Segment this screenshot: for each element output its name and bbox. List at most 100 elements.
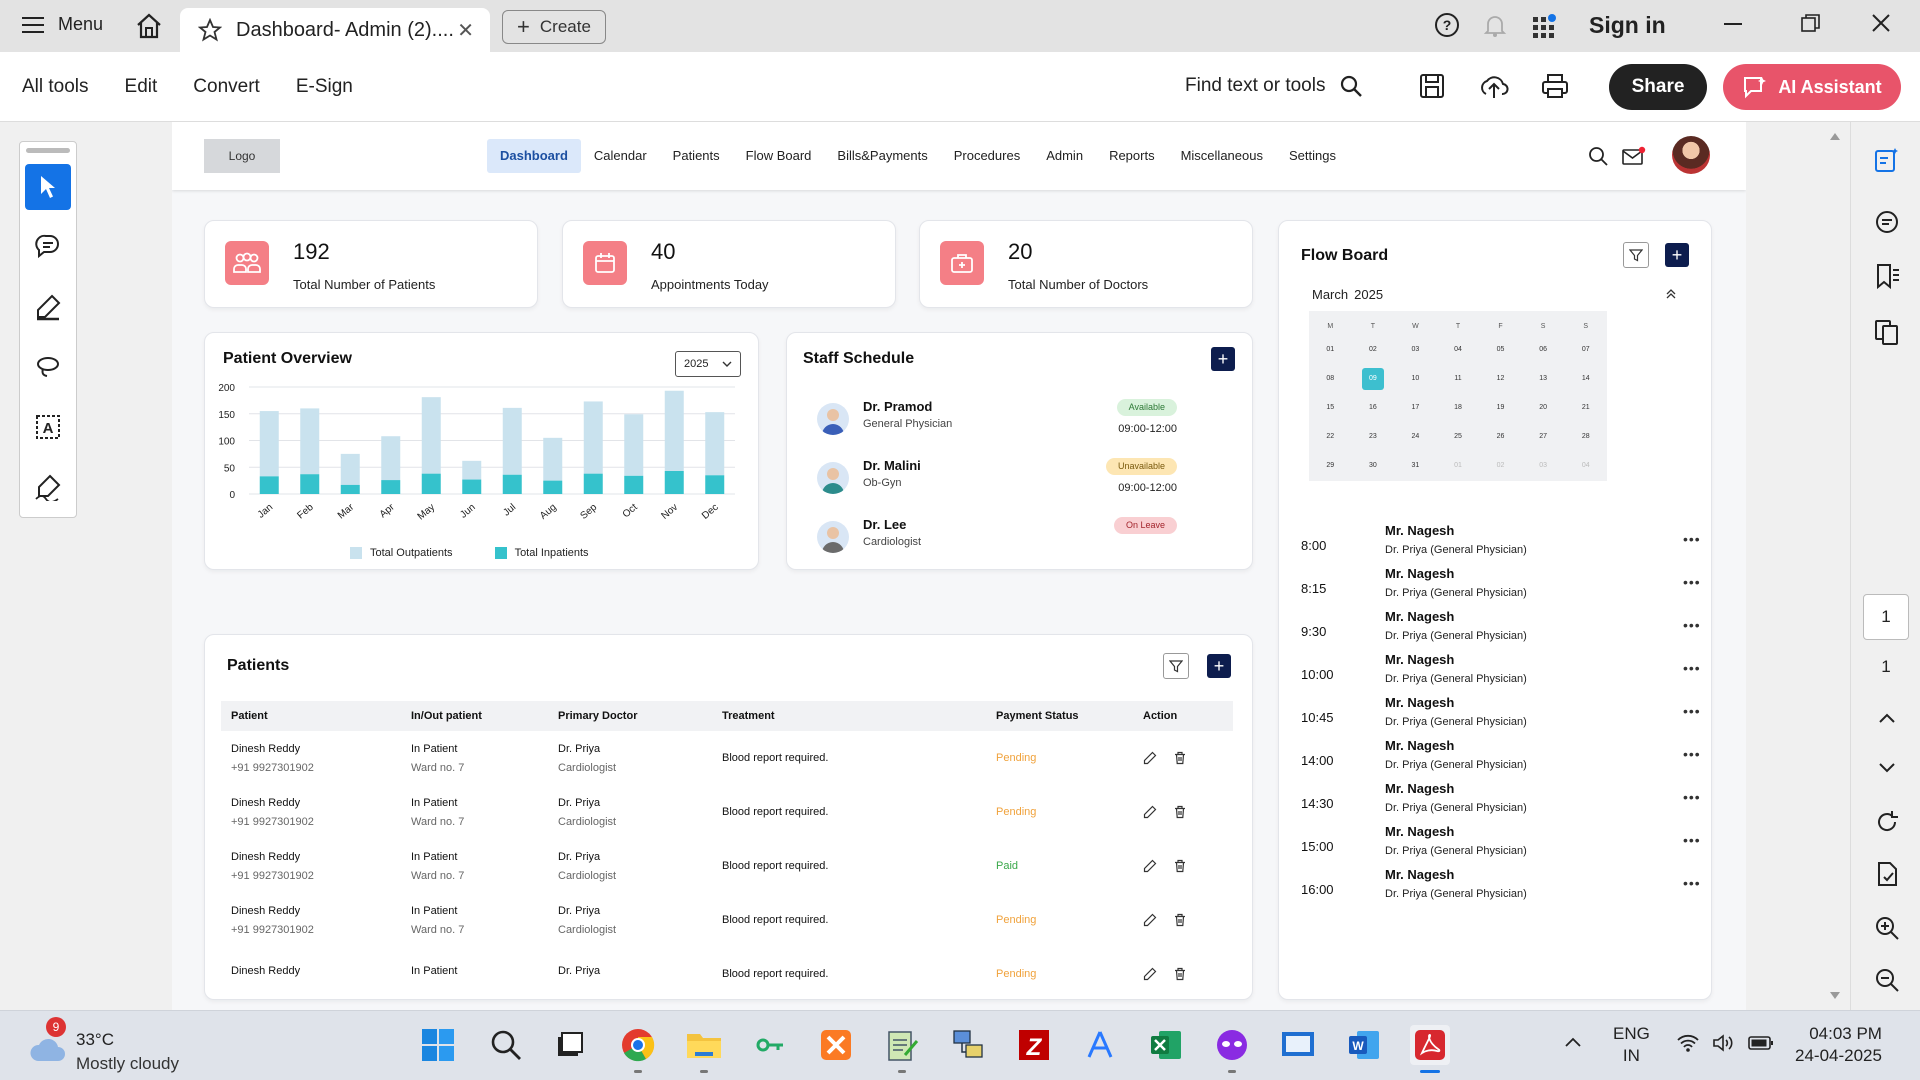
bar-inpatients[interactable] [300,474,320,494]
bar-outpatients[interactable] [543,437,563,481]
filter-button[interactable] [1623,242,1649,268]
edit-icon[interactable] [1143,913,1157,927]
page-number-input[interactable]: 1 [1863,594,1909,640]
edit-icon[interactable] [1143,859,1157,873]
user-avatar[interactable] [1672,136,1710,174]
more-options-icon[interactable]: ••• [1683,875,1701,891]
table-row[interactable]: Dinesh Reddy +91 9927301902 In Patient Ward… [221,731,1233,785]
column-header[interactable]: Patient [221,701,401,731]
rail-grip[interactable] [26,148,70,153]
calendar-day[interactable]: 20 [1522,393,1565,422]
calendar-day[interactable]: 04 [1564,451,1607,480]
calendar-day[interactable]: 25 [1437,422,1480,451]
taskbar-search[interactable] [486,1025,526,1065]
nav-bills-payments[interactable]: Bills&Payments [824,139,940,173]
bar-outpatients[interactable] [462,460,482,480]
column-header[interactable]: Payment Status [986,701,1133,731]
convert-menu[interactable]: Convert [193,76,260,98]
filter-button[interactable] [1163,653,1189,679]
calendar-day[interactable]: 01 [1437,451,1480,480]
nav-patients[interactable]: Patients [660,139,733,173]
nav-admin[interactable]: Admin [1033,139,1096,173]
share-button[interactable]: Share [1609,64,1707,110]
sign-in-button[interactable]: Sign in [1589,12,1666,39]
restore-icon[interactable] [1800,12,1822,34]
media-app[interactable] [1212,1025,1252,1073]
bell-icon[interactable] [1482,12,1508,38]
appointment-row[interactable]: 16:00 Mr. Nagesh Dr. Priya (General Physic… [1301,867,1701,919]
calendar-day[interactable]: 18 [1437,393,1480,422]
bar-inpatients[interactable] [502,474,522,494]
nav-reports[interactable]: Reports [1096,139,1168,173]
all-tools-menu[interactable]: All tools [22,76,89,98]
column-header[interactable]: Primary Doctor [548,701,712,731]
bar-inpatients[interactable] [624,475,644,494]
calendar-day[interactable]: 28 [1564,422,1607,451]
nav-flow-board[interactable]: Flow Board [733,139,825,173]
bar-outpatients[interactable] [381,436,401,481]
bar-outpatients[interactable] [340,453,360,485]
table-row[interactable]: Dinesh Reddy +91 9927301902 In Patient Ward… [221,839,1233,893]
calendar-day[interactable]: 16 [1352,393,1395,422]
more-options-icon[interactable]: ••• [1683,531,1701,547]
sign-tool[interactable] [25,464,71,510]
calendar-day[interactable]: 10 [1394,364,1437,393]
calendar-day[interactable]: 12 [1479,364,1522,393]
calendar-day[interactable]: 02 [1479,451,1522,480]
bar-outpatients[interactable] [705,412,725,476]
nav-dashboard[interactable]: Dashboard [487,139,581,173]
calendar-day[interactable]: 27 [1522,422,1565,451]
column-header[interactable]: Action [1133,701,1233,731]
calendar-day[interactable]: 21 [1564,393,1607,422]
ai-assistant-button[interactable]: AI Assistant [1723,64,1901,110]
find-text-tools[interactable]: Find text or tools [1185,74,1363,98]
bookmark-panel-icon[interactable] [1873,262,1901,290]
bar-inpatients[interactable] [462,479,482,494]
text-box-tool[interactable]: A [25,404,71,450]
calendar-day[interactable]: 13 [1522,364,1565,393]
calendar-day[interactable]: 22 [1309,422,1352,451]
delete-icon[interactable] [1173,859,1187,873]
home-button[interactable] [135,12,163,40]
calendar-day[interactable]: 04 [1437,335,1480,364]
comment-tool[interactable] [25,224,71,270]
filezilla-app[interactable]: Z [1014,1025,1054,1065]
esign-menu[interactable]: E-Sign [296,76,353,98]
help-icon[interactable]: ? [1434,12,1460,38]
more-options-icon[interactable]: ••• [1683,617,1701,633]
calendar-day[interactable]: 29 [1309,451,1352,480]
calendar-day[interactable]: 30 [1352,451,1395,480]
previous-page-icon[interactable] [1878,712,1896,724]
table-row[interactable]: Dinesh Reddy In Patient Dr. Priya Blood rep… [221,947,1233,999]
calendar-day[interactable]: 24 [1394,422,1437,451]
extract-page-icon[interactable] [1873,860,1901,888]
more-options-icon[interactable]: ••• [1683,832,1701,848]
more-options-icon[interactable]: ••• [1683,746,1701,762]
next-page-icon[interactable] [1878,762,1896,774]
search-icon[interactable] [1588,146,1608,166]
bar-outpatients[interactable] [583,401,603,474]
staff-row[interactable]: Dr. Pramod General Physician Available 09:0… [817,399,1217,447]
notepad-app[interactable] [882,1025,922,1073]
nav-settings[interactable]: Settings [1276,139,1349,173]
table-row[interactable]: Dinesh Reddy +91 9927301902 In Patient Ward… [221,893,1233,947]
close-window-icon[interactable] [1870,12,1892,34]
calendar-day[interactable]: 03 [1522,451,1565,480]
create-button[interactable]: + Create [502,10,606,44]
nav-procedures[interactable]: Procedures [941,139,1033,173]
bar-inpatients[interactable] [543,480,563,494]
start-button[interactable] [418,1025,458,1065]
calendar-day[interactable]: 31 [1394,451,1437,480]
calendar-day[interactable]: 01 [1309,335,1352,364]
star-icon[interactable] [198,18,222,42]
calendar-day[interactable]: 23 [1352,422,1395,451]
bar-outpatients[interactable] [502,407,522,475]
upload-cloud-icon[interactable] [1478,72,1510,100]
rotate-icon[interactable] [1873,808,1901,836]
wifi-icon[interactable] [1676,1033,1700,1053]
add-appointment-button[interactable]: + [1665,243,1689,267]
add-staff-button[interactable]: + [1211,347,1235,371]
excel-app[interactable] [1146,1025,1186,1065]
scroll-up-arrow[interactable] [1830,132,1840,140]
staff-row[interactable]: Dr. Malini Ob-Gyn Unavailable 09:00-12:00 [817,458,1217,506]
